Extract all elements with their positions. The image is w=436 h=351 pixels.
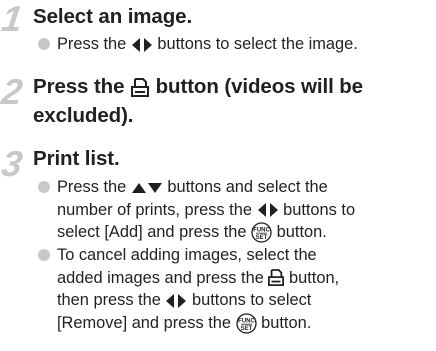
func-set-icon: FUNC SET [235, 313, 257, 334]
bullet-dot [38, 249, 50, 261]
step-2-title: Press the button (videos will be exclude… [33, 72, 363, 130]
step-3-bullet-2: To cancel adding images, select the adde… [38, 244, 434, 334]
print-icon [131, 77, 150, 98]
step-3-title: Print list. [33, 147, 120, 170]
left-right-arrows-icon [131, 37, 153, 52]
step-2-number: 2 [0, 71, 25, 112]
print-icon [268, 269, 285, 287]
left-right-arrows-icon [257, 203, 279, 218]
step-3-b2-line1: To cancel adding images, select the [57, 246, 317, 264]
func-set-icon: FUNC SET [251, 222, 272, 243]
step-2-title-text-a: Press the [33, 75, 125, 98]
step-3-b1-line3-b: button. [276, 223, 327, 241]
step-3-b2-line2-a: added images and press the [57, 268, 264, 287]
bullet-dot [38, 181, 50, 193]
set-label: SET [256, 235, 268, 241]
step-3-b1-line1-a: Press the [57, 178, 127, 196]
step-3-b2-line2-b: button, [288, 268, 340, 287]
step-1-title: Select an image. [33, 5, 193, 28]
step-3-bullet-1: Press the buttons and select the number … [38, 176, 434, 244]
step-1-bullet: Press the buttons to select the image. [38, 33, 434, 56]
up-down-arrows-icon [131, 182, 163, 194]
set-label: SET [240, 326, 252, 332]
step-3-b2-line4-a: [Remove] and press the [57, 313, 232, 332]
step-3-number: 3 [0, 143, 25, 184]
step-3-b2-line3-b: buttons to select [192, 291, 312, 309]
step-3-b1-line3-a: select [Add] and press the [57, 223, 247, 241]
step-3-b2-line4-b: button. [261, 313, 312, 332]
step-3-b1-line2-b: buttons to [283, 200, 356, 219]
step-1-bullet-text-b: buttons to select the image. [157, 35, 358, 53]
step-3-b1-line2-a: number of prints, press the [57, 200, 252, 219]
step-1-bullet-text-a: Press the [57, 35, 127, 53]
bullet-dot [38, 38, 50, 50]
step-1-number: 1 [0, 0, 25, 39]
func-label: FUNC [253, 228, 270, 234]
step-3-b2-line3-a: then press the [57, 291, 161, 309]
step-3-b1-line1-b: buttons and select the [167, 178, 328, 196]
func-label: FUNC [238, 318, 255, 324]
left-right-arrows-icon [165, 293, 187, 308]
step-2-title-text-b: button (videos will be [155, 75, 363, 98]
step-2-title-line-2: excluded). [33, 104, 134, 127]
